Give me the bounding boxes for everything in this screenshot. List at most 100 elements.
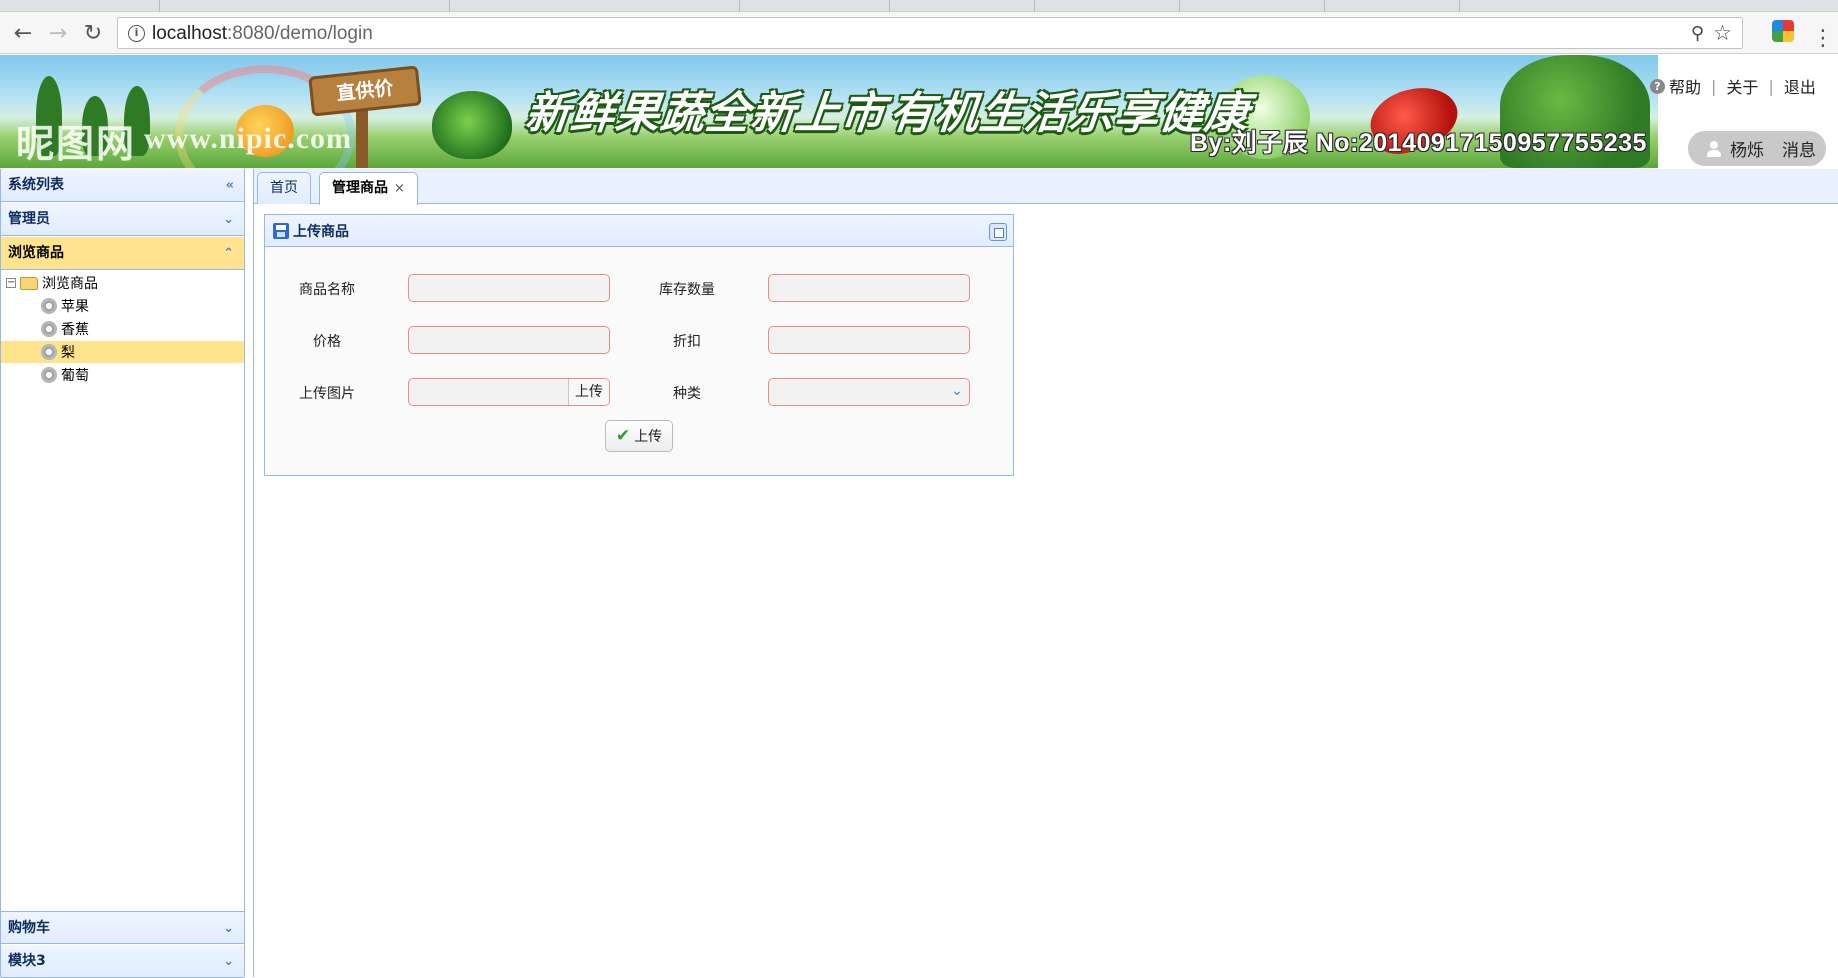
browser-tab[interactable]: [890, 0, 1035, 12]
chevron-down-icon[interactable]: ⌄: [951, 383, 963, 399]
banner-credit: By:刘子辰 No:20140917150957755235: [1190, 129, 1647, 157]
tree-item-label: 梨: [61, 345, 75, 361]
about-link[interactable]: 关于: [1726, 74, 1758, 98]
browser-tab[interactable]: [450, 0, 740, 12]
vegetable-graphic: [432, 91, 512, 159]
messages-link[interactable]: 消息: [1782, 136, 1816, 161]
watermark-logo: 昵图网: [16, 121, 137, 166]
tab-label: 首页: [270, 180, 298, 196]
chevron-down-icon[interactable]: ⌄: [223, 912, 234, 945]
stock-input[interactable]: [768, 274, 970, 302]
forward-arrow-icon[interactable]: →: [43, 18, 73, 48]
sidebar: 系统列表 « 管理员 ⌄ 浏览商品 ⌃ − 浏览商品 苹果 香蕉 梨 葡萄 购物…: [0, 169, 245, 978]
browser-tabstrip: [0, 0, 1838, 12]
tab-manage-products[interactable]: 管理商品 ×: [319, 172, 418, 205]
upload-button-label: 上传: [634, 429, 663, 445]
browser-toolbar: ← → ↻ i localhost:8080/demo/login ⚲ ☆ ⋮: [0, 12, 1838, 54]
collapse-panel-icon[interactable]: [989, 223, 1007, 241]
tree-item-apple[interactable]: 苹果: [41, 295, 89, 317]
panel-header: 上传商品: [265, 215, 1013, 247]
chevron-down-icon[interactable]: ⌄: [223, 203, 234, 236]
extension-icon[interactable]: [1772, 20, 1794, 42]
signpost-graphic: [356, 105, 368, 168]
tab-bar: 首页 管理商品 ×: [254, 169, 1838, 205]
watermark-url: www.nipic.com: [144, 122, 352, 155]
chevron-up-icon[interactable]: ⌃: [223, 237, 234, 270]
stock-label: 库存数量: [659, 282, 715, 298]
category-select[interactable]: ⌄: [768, 378, 970, 406]
category-label: 种类: [673, 386, 701, 402]
browser-tab[interactable]: [1035, 0, 1180, 12]
address-url[interactable]: localhost:8080/demo/login: [152, 23, 373, 45]
tab-home[interactable]: 首页: [257, 172, 311, 204]
tab-label: 管理商品: [332, 180, 388, 196]
sidebar-item-module3[interactable]: 模块3 ⌄: [1, 945, 244, 978]
product-name-input[interactable]: [408, 274, 610, 302]
user-icon: [1706, 140, 1722, 157]
price-input[interactable]: [408, 326, 610, 354]
image-file-input[interactable]: 上传: [408, 378, 610, 406]
tree-item-grape[interactable]: 葡萄: [41, 364, 89, 386]
tree-item-banana[interactable]: 香蕉: [41, 318, 89, 340]
browser-tab[interactable]: [740, 0, 890, 12]
back-arrow-icon[interactable]: ←: [8, 18, 38, 48]
separator: |: [1711, 76, 1717, 96]
bookmark-star-icon[interactable]: ☆: [1713, 21, 1732, 45]
image-browse-button[interactable]: 上传: [568, 379, 609, 405]
main-content: 首页 管理商品 × 上传商品 商品名称 库存数量 价格 折扣 上传图片 上传 种类…: [253, 169, 1838, 977]
collapse-node-icon[interactable]: −: [6, 278, 16, 288]
tree-item-label: 香蕉: [61, 322, 89, 338]
tree-root[interactable]: − 浏览商品: [6, 272, 98, 294]
price-label: 价格: [313, 334, 341, 350]
browser-tab[interactable]: [0, 0, 160, 12]
check-icon: ✔: [615, 426, 631, 446]
chevron-down-icon[interactable]: ⌄: [223, 945, 234, 978]
folder-icon: [20, 276, 38, 290]
save-icon: [273, 222, 289, 239]
reload-icon[interactable]: ↻: [78, 18, 108, 48]
close-icon[interactable]: ×: [394, 181, 405, 196]
address-bar[interactable]: i localhost:8080/demo/login ⚲ ☆: [117, 17, 1743, 49]
tree-item-label: 苹果: [61, 299, 89, 315]
user-pill[interactable]: 杨烁 消息: [1688, 131, 1826, 166]
header-banner: 直供价 昵图网 www.nipic.com 新鲜果蔬全新上市 有机生活乐享健康 …: [0, 55, 1658, 168]
sidebar-item-label: 模块3: [8, 953, 46, 969]
browser-tab[interactable]: [1325, 0, 1460, 12]
key-icon[interactable]: ⚲: [1691, 23, 1704, 44]
tree-item-pear[interactable]: 梨: [1, 341, 244, 363]
browser-tab[interactable]: [160, 0, 450, 12]
gear-icon: [41, 298, 57, 314]
browser-tab[interactable]: [1180, 0, 1325, 12]
upload-product-panel: 上传商品 商品名称 库存数量 价格 折扣 上传图片 上传 种类 ⌄ ✔ 上传: [264, 214, 1014, 476]
sidebar-item-label: 管理员: [8, 211, 50, 227]
sidebar-item-cart[interactable]: 购物车 ⌄: [1, 911, 244, 944]
user-name[interactable]: 杨烁: [1730, 136, 1764, 161]
sidebar-item-browse[interactable]: 浏览商品 ⌃: [1, 237, 244, 270]
separator: |: [1768, 76, 1774, 96]
sidebar-item-label: 购物车: [8, 920, 50, 936]
tree-root-label: 浏览商品: [42, 276, 98, 292]
collapse-left-icon[interactable]: «: [226, 169, 234, 202]
sidebar-title: 系统列表 «: [1, 169, 244, 202]
panel-title: 上传商品: [293, 223, 349, 240]
sidebar-item-label: 浏览商品: [8, 245, 64, 261]
browser-menu-icon[interactable]: ⋮: [1812, 26, 1834, 52]
logout-link[interactable]: 退出: [1784, 74, 1816, 98]
help-link[interactable]: 帮助: [1669, 74, 1701, 98]
upload-submit-button[interactable]: ✔ 上传: [605, 420, 673, 452]
sidebar-item-admin[interactable]: 管理员 ⌄: [1, 203, 244, 236]
image-label: 上传图片: [299, 386, 355, 402]
gear-icon: [41, 321, 57, 337]
price-sign: 直供价: [308, 65, 422, 117]
discount-label: 折扣: [673, 334, 701, 350]
gear-icon: [41, 344, 57, 360]
sidebar-title-label: 系统列表: [8, 177, 64, 193]
gear-icon: [41, 367, 57, 383]
tree-item-label: 葡萄: [61, 368, 89, 384]
site-info-icon[interactable]: i: [128, 25, 145, 42]
help-icon[interactable]: ?: [1650, 78, 1665, 94]
top-links: ? 帮助 | 关于 | 退出: [1650, 74, 1816, 98]
discount-input[interactable]: [768, 326, 970, 354]
banner-slogan-1: 新鲜果蔬全新上市: [522, 88, 889, 139]
product-name-label: 商品名称: [299, 282, 355, 298]
